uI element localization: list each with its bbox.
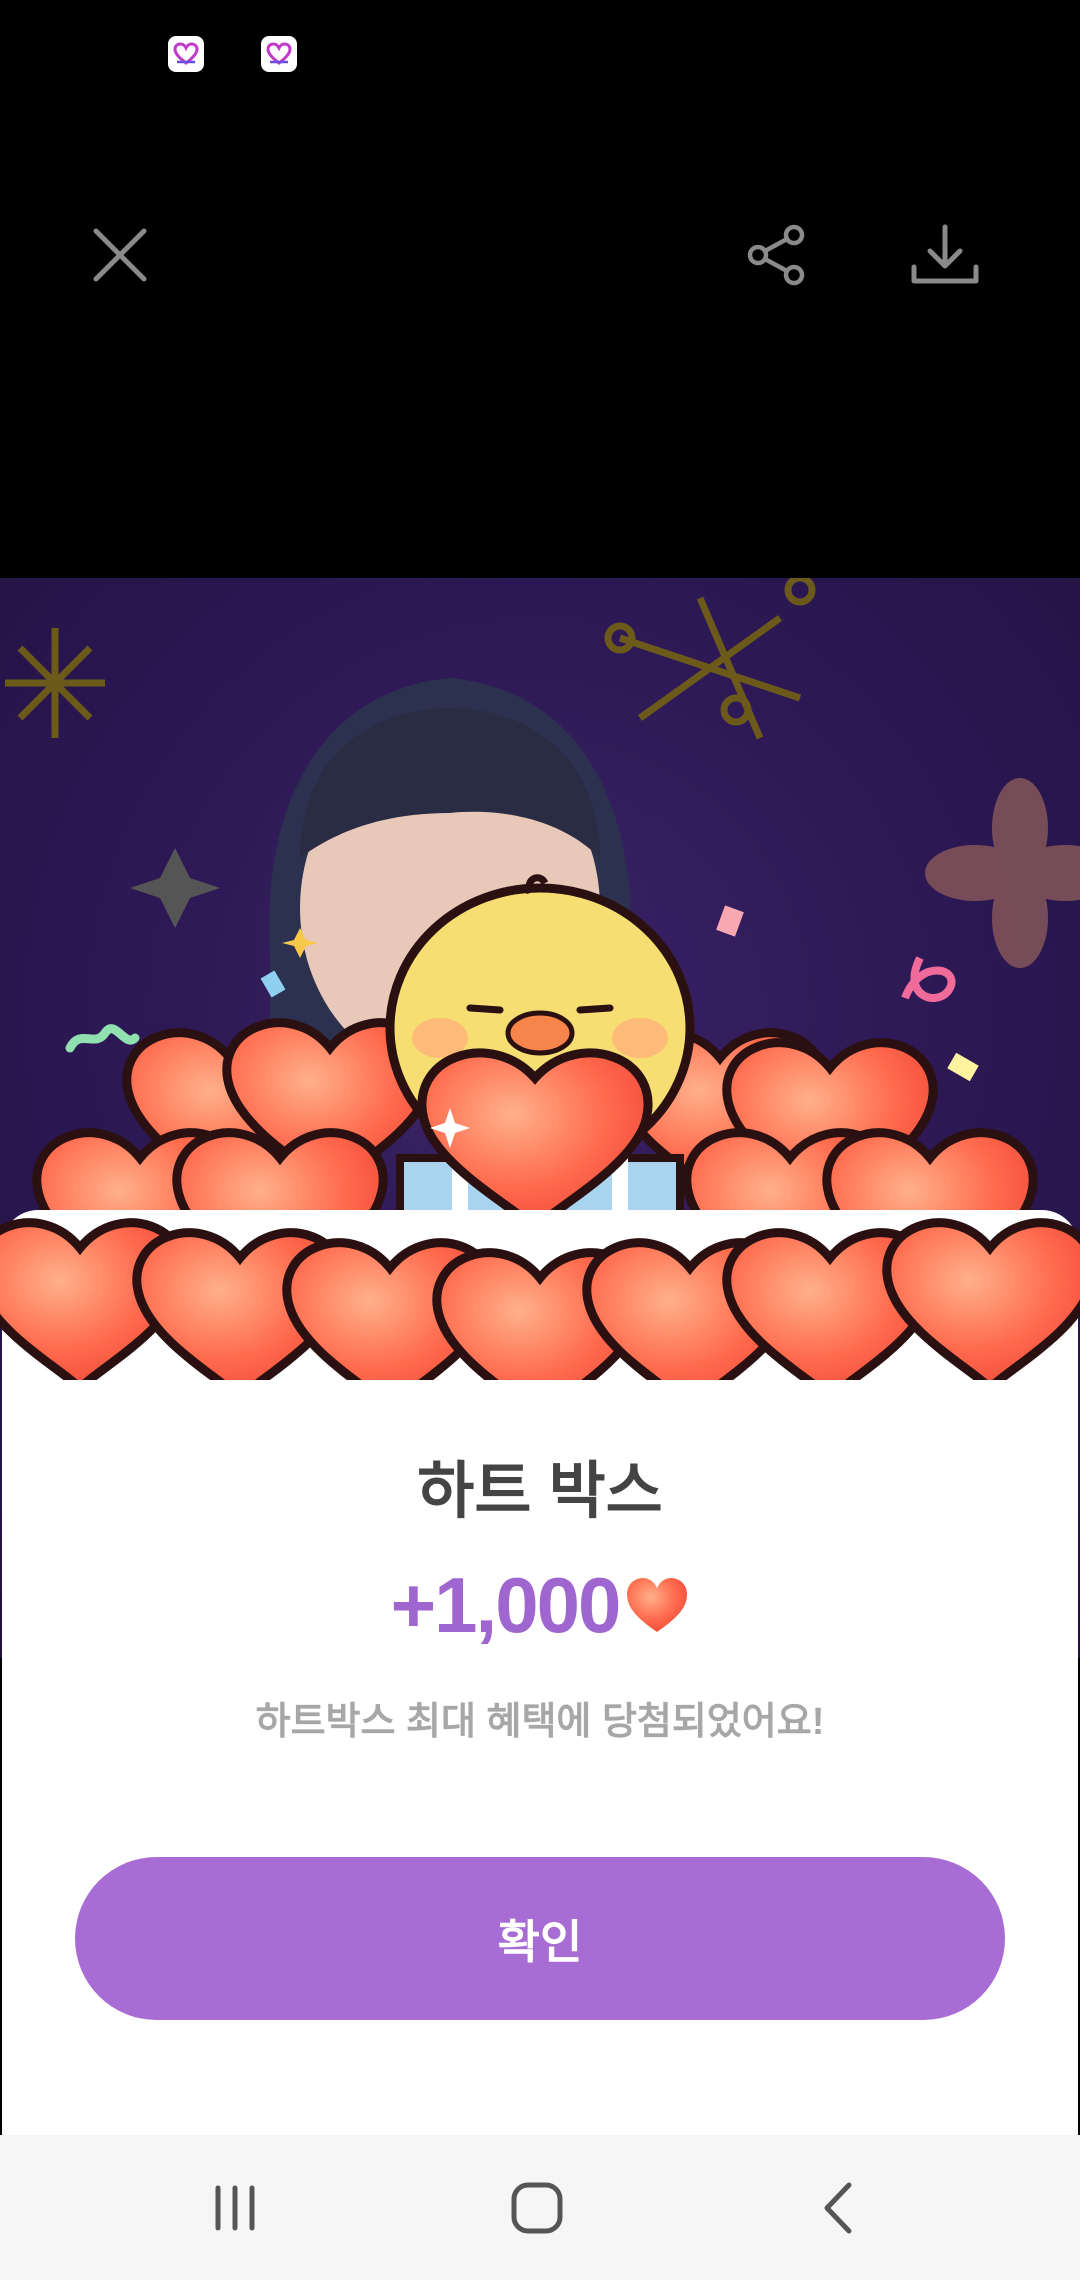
- home-icon: [511, 2182, 563, 2233]
- home-button[interactable]: [447, 2135, 627, 2280]
- back-button[interactable]: [749, 2135, 929, 2280]
- heart-app-icon: [261, 36, 297, 72]
- navigation-bar: [0, 2135, 1080, 2280]
- close-button[interactable]: [75, 210, 165, 300]
- download-icon: [911, 224, 979, 284]
- status-bar: [0, 0, 1080, 110]
- heart-pile-front: [0, 1218, 1080, 1380]
- screen: 하트 박스 +1,000 하트박스 최대 혜택에 당첨되었어요! 확인: [0, 0, 1080, 2280]
- heart-icon: [627, 1577, 688, 1632]
- download-button[interactable]: [900, 210, 990, 300]
- share-icon: [747, 224, 805, 286]
- dialog-title: 하트 박스: [417, 1457, 663, 1526]
- share-button[interactable]: [731, 210, 821, 300]
- reward-row: +1,000: [0, 1560, 1080, 1651]
- recents-icon: [215, 2185, 255, 2230]
- reward-amount: +1,000: [390, 1561, 622, 1649]
- confirm-button[interactable]: 확인: [75, 1857, 1005, 2020]
- recents-button[interactable]: [145, 2135, 325, 2280]
- heart-app-icon: [168, 36, 204, 72]
- dialog-message: 하트박스 최대 혜택에 당첨되었어요!: [255, 1701, 825, 1743]
- back-icon: [824, 2182, 852, 2233]
- close-icon: [93, 228, 147, 282]
